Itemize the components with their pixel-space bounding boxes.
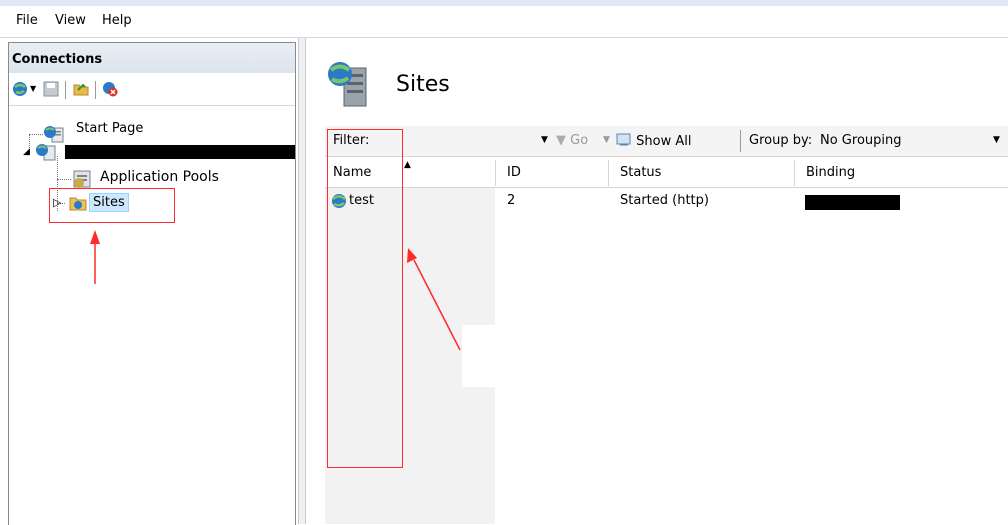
group-by-select[interactable]: No Grouping: [820, 133, 902, 148]
filter-bar: Filter: ▼ ▼ Go ▼ Show All Group by: No G…: [325, 126, 1008, 157]
connections-header: Connections: [9, 43, 295, 73]
go-button[interactable]: ▼ Go: [556, 133, 588, 148]
column-header-binding[interactable]: Binding: [806, 165, 855, 180]
annotation-box-name-column: [327, 129, 403, 468]
group-by-dropdown-icon[interactable]: ▼: [993, 135, 1000, 145]
connections-panel: Connections ▼ Start Page ◢ Application P…: [8, 42, 296, 525]
save-icon[interactable]: [43, 81, 59, 97]
redacted-server-name[interactable]: [65, 145, 295, 159]
page-title: Sites: [396, 72, 450, 97]
column-separator[interactable]: [794, 160, 795, 186]
group-by-label: Group by:: [749, 133, 813, 148]
tree-line: [57, 179, 71, 180]
row-id: 2: [507, 193, 516, 208]
window-top-strip: [0, 0, 1008, 6]
tree-item-start-page[interactable]: Start Page: [76, 121, 143, 136]
menu-file[interactable]: File: [16, 13, 38, 28]
tree-item-application-pools[interactable]: Application Pools: [100, 169, 219, 185]
column-separator[interactable]: [495, 160, 496, 186]
column-header-status[interactable]: Status: [620, 165, 661, 180]
menu-bar: File View Help: [0, 0, 1008, 36]
menu-divider: [0, 37, 1008, 38]
show-all-icon: [616, 133, 631, 146]
connections-toolbar: ▼: [9, 75, 295, 106]
start-page-icon: [44, 126, 64, 143]
tree-item-label: Start Page: [76, 121, 144, 136]
toolbar-separator: [95, 81, 96, 99]
filter-input[interactable]: [405, 130, 535, 152]
column-separator[interactable]: [608, 160, 609, 186]
header-divider: [325, 187, 1008, 188]
row-status: Started (http): [620, 193, 709, 208]
panel-splitter[interactable]: [298, 38, 306, 524]
tree-line: [29, 134, 43, 135]
filter-separator: [740, 130, 741, 152]
connections-title: Connections: [12, 52, 103, 67]
column-header-id[interactable]: ID: [507, 165, 521, 180]
folder-icon[interactable]: [73, 81, 89, 97]
tree-item-label: Application Pools: [100, 169, 219, 185]
go-label: Go: [570, 133, 589, 148]
sites-list: Name ▲ ID Status Binding test 2 Started …: [325, 157, 1008, 524]
menu-view[interactable]: View: [55, 13, 86, 28]
toolbar-separator: [65, 81, 66, 99]
menu-help[interactable]: Help: [102, 13, 132, 28]
redacted-binding: [805, 195, 900, 210]
sites-page-icon: [328, 62, 367, 107]
show-all-button[interactable]: Show All: [616, 133, 691, 149]
list-blank-area: [462, 325, 495, 387]
go-dropdown-icon[interactable]: ▼: [603, 135, 610, 145]
funnel-icon: ▼: [556, 133, 566, 148]
chevron-down-icon[interactable]: ▼: [30, 84, 36, 93]
collapse-arrow-icon[interactable]: ◢: [23, 147, 30, 157]
annotation-box-sites: [49, 188, 175, 223]
show-all-label: Show All: [636, 134, 692, 149]
connect-icon[interactable]: [12, 81, 28, 97]
disconnect-icon[interactable]: [102, 81, 118, 97]
sort-ascending-icon: ▲: [404, 160, 411, 170]
application-pools-icon: [73, 170, 91, 188]
filter-dropdown-icon[interactable]: ▼: [541, 135, 548, 145]
group-by-value: No Grouping: [820, 133, 902, 148]
server-icon: [36, 144, 56, 161]
